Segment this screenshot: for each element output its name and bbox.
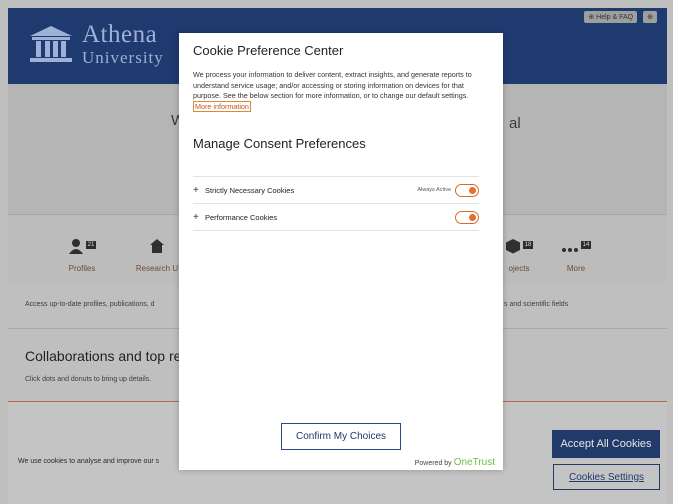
stat-label: More (566, 264, 586, 273)
performance-toggle[interactable] (455, 210, 479, 224)
cube-icon (505, 238, 521, 259)
accept-all-cookies-button[interactable]: Accept All Cookies (552, 430, 660, 458)
cookies-settings-button[interactable]: Cookies Settings (553, 464, 660, 490)
toggle-knob (469, 186, 476, 194)
stat-count: 18 (522, 241, 534, 249)
manage-consent-title: Manage Consent Preferences (193, 136, 366, 151)
consent-category-list: + Strictly Necessary Cookies Always Acti… (193, 176, 479, 231)
access-text-right: s and scientific fields (504, 301, 569, 308)
toggle-knob (469, 213, 476, 221)
stat-label: ojects (508, 264, 530, 273)
category-strictly-necessary[interactable]: + Strictly Necessary Cookies Always Acti… (193, 176, 479, 204)
cookie-banner-message: We use cookies to analyse and improve ou… (18, 458, 160, 465)
stat-more[interactable]: 14 More (541, 233, 611, 273)
strictly-necessary-toggle[interactable] (455, 183, 479, 197)
help-faq-link[interactable]: ⊕ Help & FAQ (584, 11, 638, 23)
logo-line1: Athena (82, 21, 158, 48)
expand-plus-icon[interactable]: + (193, 212, 205, 223)
cookie-preference-modal: Cookie Preference Center We process your… (179, 33, 503, 470)
person-icon (68, 238, 84, 259)
banner-title-right: al (509, 115, 521, 132)
category-label: Strictly Necessary Cookies (205, 185, 295, 195)
stat-label: Profiles (68, 264, 96, 273)
more-information-link[interactable]: More information (193, 100, 251, 112)
modal-title: Cookie Preference Center (193, 43, 344, 58)
confirm-my-choices-button[interactable]: Confirm My Choices (281, 423, 401, 450)
powered-by-text: Powered by (414, 460, 452, 467)
always-active-label: Always Active (417, 187, 451, 193)
dots-icon (561, 238, 579, 259)
stat-label: Research U (135, 264, 179, 273)
university-logo[interactable]: Athena University (28, 22, 164, 66)
stat-count: 21 (85, 241, 97, 249)
collab-heading: Collaborations and top re (25, 348, 182, 364)
building-icon (149, 238, 165, 259)
expand-plus-icon[interactable]: + (193, 185, 205, 196)
description-text: We process your information to deliver c… (193, 70, 472, 100)
stat-profiles[interactable]: 21 Profiles (47, 233, 117, 273)
stat-count: 14 (580, 241, 592, 249)
category-performance[interactable]: + Performance Cookies (193, 204, 479, 231)
logo-line2: University (82, 48, 164, 67)
modal-description: We process your information to deliver c… (193, 70, 485, 112)
language-link[interactable]: ⊕ (643, 11, 657, 23)
access-text-left: Access up-to-date profiles, publications… (25, 301, 155, 308)
onetrust-logo[interactable]: OneTrust (454, 457, 495, 468)
category-label: Performance Cookies (205, 212, 278, 222)
powered-by: Powered by OneTrust (415, 457, 495, 468)
collab-subtext: Click dots and donuts to bring up detail… (25, 376, 152, 383)
columns-logo-icon (28, 24, 74, 64)
